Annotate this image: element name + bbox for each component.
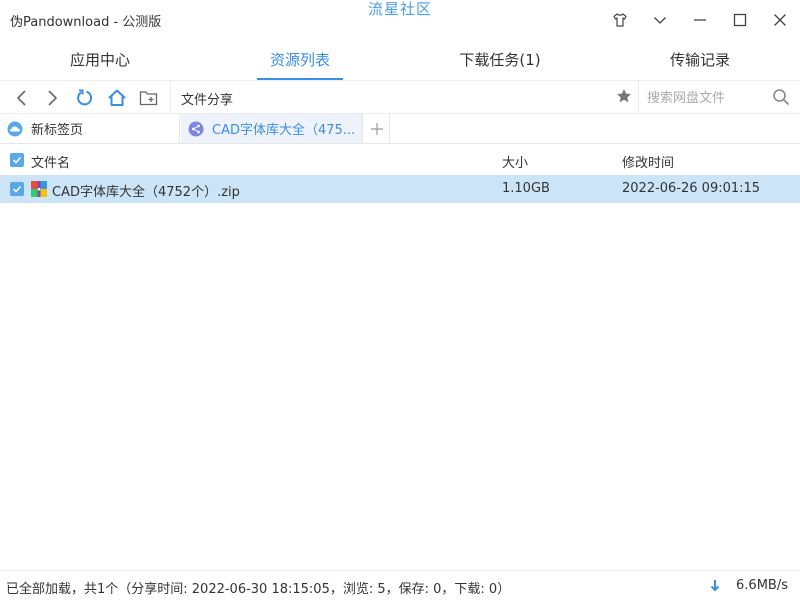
- home-button[interactable]: [106, 87, 128, 109]
- minimize-icon: [694, 19, 706, 21]
- refresh-icon: [77, 89, 93, 106]
- file-modified: 2022-06-26 09:01:15: [622, 181, 761, 196]
- maximize-icon: [733, 13, 747, 27]
- select-all-checkbox[interactable]: [10, 153, 24, 167]
- download-speed: 6.6MB/s: [736, 578, 788, 593]
- back-button[interactable]: [11, 87, 33, 109]
- close-button[interactable]: [768, 8, 792, 32]
- skin-button[interactable]: [608, 8, 632, 32]
- search-input[interactable]: [647, 87, 757, 107]
- plus-icon: [370, 122, 383, 135]
- tshirt-icon: [613, 13, 627, 27]
- add-tab-button[interactable]: [364, 114, 390, 143]
- cloud-icon: [7, 121, 23, 137]
- chevron-left-icon: [16, 90, 26, 106]
- row-checkbox[interactable]: [10, 182, 24, 196]
- column-header-name[interactable]: 文件名: [31, 152, 70, 171]
- path-text: 文件分享: [181, 93, 234, 108]
- file-name: CAD字体库大全（4752个）.zip: [52, 185, 240, 200]
- table-row[interactable]: CAD字体库大全（4752个）.zip 1.10GB 2022-06-26 09…: [0, 175, 800, 203]
- home-icon: [108, 89, 126, 106]
- chevron-right-icon: [48, 90, 58, 106]
- tab-transfer-records[interactable]: 传输记录: [600, 42, 800, 80]
- minimize-button[interactable]: [688, 8, 712, 32]
- tab-new-tab[interactable]: 新标签页: [0, 114, 180, 143]
- checkmark-icon: [12, 156, 22, 164]
- maximize-button[interactable]: [728, 8, 752, 32]
- forward-button[interactable]: [41, 87, 63, 109]
- search-icon: [773, 89, 790, 106]
- app-window: 伪Pandownload - 公测版 流星社区 应用中心 资源列表 下载任务(1…: [0, 0, 800, 600]
- favorite-button[interactable]: [616, 88, 632, 108]
- download-arrow-icon: [709, 579, 721, 597]
- tab-app-center[interactable]: 应用中心: [0, 42, 200, 80]
- new-folder-button[interactable]: [138, 87, 160, 109]
- tab-download-tasks[interactable]: 下载任务(1): [400, 42, 600, 80]
- star-icon: [617, 89, 631, 103]
- tab-label: CAD字体库大全（475...: [212, 123, 356, 138]
- checkmark-icon: [12, 185, 22, 193]
- title-bar: 伪Pandownload - 公测版 流星社区: [0, 0, 800, 42]
- column-header-modified[interactable]: 修改时间: [622, 152, 674, 171]
- folder-add-icon: [139, 91, 158, 106]
- status-bar: 已全部加载，共1个（分享时间: 2022-06-30 18:15:05，浏览: …: [0, 570, 800, 600]
- file-size: 1.10GB: [502, 181, 550, 196]
- search-box: [638, 81, 800, 114]
- column-header-size[interactable]: 大小: [502, 152, 528, 171]
- refresh-button[interactable]: [74, 87, 96, 109]
- zip-archive-icon: [31, 181, 47, 197]
- status-text: 已全部加载，共1个（分享时间: 2022-06-30 18:15:05，浏览: …: [6, 582, 511, 597]
- main-tabs: 应用中心 资源列表 下载任务(1) 传输记录: [0, 42, 800, 80]
- toolbar: 文件分享: [0, 80, 800, 114]
- tab-label: 新标签页: [31, 123, 84, 138]
- tab-strip: 新标签页 CAD字体库大全（475...: [0, 114, 800, 144]
- share-icon: [188, 121, 204, 137]
- menu-dropdown-button[interactable]: [648, 8, 672, 32]
- chevron-down-icon: [654, 17, 666, 24]
- tab-resource-list[interactable]: 资源列表: [200, 42, 400, 80]
- brand-label: 流星社区: [367, 0, 432, 18]
- tab-cad-fonts[interactable]: CAD字体库大全（475...: [181, 114, 363, 143]
- file-list-header: 文件名 大小 修改时间: [0, 145, 800, 175]
- search-button[interactable]: [772, 88, 790, 110]
- path-bar[interactable]: 文件分享: [171, 81, 638, 114]
- close-icon: [774, 14, 786, 26]
